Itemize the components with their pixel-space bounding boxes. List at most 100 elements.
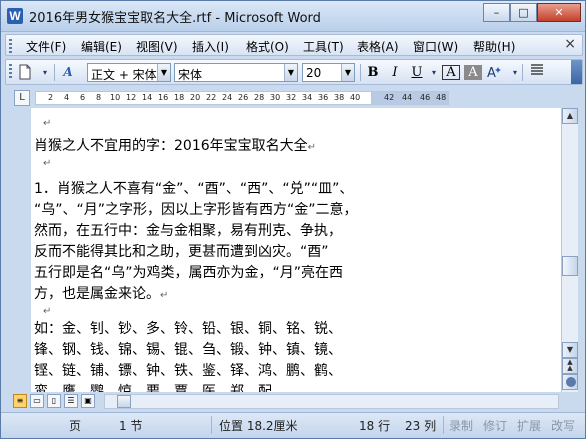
- ruler-number: 46: [420, 93, 431, 102]
- doc-line: 方，也是属金来论。↵: [34, 283, 168, 303]
- menu-tools[interactable]: 工具(T): [303, 38, 344, 55]
- status-record[interactable]: 录制: [449, 417, 473, 434]
- menu-edit[interactable]: 编辑(E): [81, 38, 122, 55]
- ruler-number: 10: [110, 93, 121, 102]
- ruler-number: 36: [318, 93, 329, 102]
- status-page: 页: [69, 419, 82, 433]
- status-extend[interactable]: 扩展: [517, 417, 541, 434]
- ruler-number: 22: [206, 93, 217, 102]
- style-combo[interactable]: 正文 + 宋体 ▼: [87, 63, 171, 82]
- ruler-number: 32: [286, 93, 297, 102]
- reading-view-icon[interactable]: ▣: [81, 394, 95, 408]
- ruler-number: 18: [174, 93, 185, 102]
- align-justify-icon[interactable]: [528, 64, 546, 81]
- ruler-number: 40: [350, 93, 361, 102]
- menu-format[interactable]: 格式(O): [246, 38, 289, 55]
- chevron-down-icon[interactable]: ▼: [284, 64, 297, 81]
- status-bar: 页 1 节 位置 18.2厘米 18 行 23 列 录制 修订 扩展 改写: [1, 412, 585, 438]
- ruler-number: 48: [436, 93, 447, 102]
- chevron-down-icon[interactable]: ▼: [341, 64, 354, 81]
- text-effects-icon[interactable]: A: [486, 64, 504, 81]
- doc-line: 然而，在五行中：金与金相聚，易有刑克、争执，: [34, 223, 342, 239]
- title-bar: W 2016年男女猴宝宝取名大全.rtf - Microsoft Word – …: [1, 1, 585, 32]
- ruler-row: L 2 4 6 8 10 12 14 16 18 20 22 24 26 28 …: [1, 88, 585, 108]
- web-view-icon[interactable]: ▭: [30, 394, 44, 408]
- character-shading-button[interactable]: A: [464, 65, 482, 80]
- ruler-number: 34: [302, 93, 313, 102]
- left-margin-strip: [1, 108, 31, 392]
- view-and-hscroll-bar: ≡ ▭ ▯ ☰ ▣: [1, 392, 585, 411]
- hscroll-thumb[interactable]: [117, 395, 131, 408]
- maximize-button[interactable]: □: [510, 3, 537, 22]
- style-value: 正文 + 宋体: [91, 68, 157, 82]
- minimize-button[interactable]: –: [483, 3, 510, 22]
- document-area[interactable]: ↵ 肖猴之人不宜用的字：2016年宝宝取名大全↵ ↵ 1．肖猴之人不喜有“金”、…: [31, 108, 561, 392]
- status-position: 位置 18.2厘米: [219, 419, 298, 433]
- ruler-number: 8: [96, 93, 102, 102]
- paragraph-mark: ↵: [160, 290, 169, 301]
- doc-line: 如：金、钊、钞、多、铃、铅、银、铜、铭、锐、: [34, 321, 342, 337]
- menu-grip-icon[interactable]: [9, 39, 12, 53]
- italic-button[interactable]: I: [386, 64, 404, 81]
- styles-formatting-icon[interactable]: A: [59, 64, 77, 81]
- print-layout-icon[interactable]: ▯: [47, 394, 61, 408]
- ruler-number: 44: [402, 93, 413, 102]
- toolbar-overflow-icon[interactable]: [571, 60, 582, 84]
- menu-insert[interactable]: 插入(I): [192, 38, 229, 55]
- ruler-number: 38: [334, 93, 345, 102]
- doc-line: 反而不能得其比和之助，更甚而遭到凶灾。“酉”: [34, 244, 329, 260]
- ruler-number: 28: [254, 93, 265, 102]
- doc-line: 1．肖猴之人不喜有“金”、“酉”、“西”、“兑”“皿”、: [34, 181, 354, 197]
- ruler-number: 16: [158, 93, 169, 102]
- scroll-down-icon[interactable]: ▼: [562, 342, 578, 358]
- doc-line: 锋、钢、钱、锦、锡、锟、刍、锻、钟、镇、镜、: [34, 342, 342, 358]
- toolbar-options-icon[interactable]: ▾: [36, 64, 54, 81]
- vertical-scrollbar[interactable]: ▲ ▼ ▲ ▲: [561, 108, 578, 392]
- character-border-button[interactable]: A: [442, 65, 460, 80]
- tab-selector-icon[interactable]: L: [14, 90, 30, 106]
- previous-page-icon[interactable]: ▲ ▲: [562, 358, 578, 374]
- ruler-number: 12: [126, 93, 137, 102]
- outline-view-icon[interactable]: ☰: [64, 394, 78, 408]
- svg-text:A: A: [487, 66, 496, 80]
- paragraph-mark: ↵: [43, 118, 52, 129]
- paragraph-mark: ↵: [43, 158, 52, 169]
- toolbar-grip-icon[interactable]: [9, 64, 12, 78]
- underline-options-icon[interactable]: ▾: [425, 64, 443, 81]
- horizontal-scrollbar[interactable]: [104, 394, 559, 409]
- paragraph-mark: ↵: [307, 142, 317, 153]
- chevron-down-icon[interactable]: ▼: [157, 64, 170, 81]
- menu-file[interactable]: 文件(F): [26, 38, 66, 55]
- font-combo[interactable]: 宋体 ▼: [174, 63, 298, 82]
- normal-view-icon[interactable]: ≡: [13, 394, 27, 408]
- doc-line: “乌”、“月”之字形，因以上字形皆有西方“金”二意，: [34, 202, 358, 218]
- ruler-number: 2: [48, 93, 54, 102]
- menu-view[interactable]: 视图(V): [136, 38, 178, 55]
- doc-line-text: 肖猴之人不宜用的字：2016年宝宝取名大全: [34, 138, 308, 154]
- menu-help[interactable]: 帮助(H): [473, 38, 515, 55]
- menu-table[interactable]: 表格(A): [357, 38, 399, 55]
- doc-line: 铿、链、铺、镖、钟、铁、鉴、铎、鸿、鹏、鹤、: [34, 363, 342, 379]
- ruler-number: 6: [80, 93, 86, 102]
- window-title: 2016年男女猴宝宝取名大全.rtf - Microsoft Word: [29, 11, 321, 26]
- menu-window[interactable]: 窗口(W): [413, 38, 458, 55]
- doc-line: 鸾、鹰、鹦、惊、要、覃、医、郑、配。: [34, 384, 286, 392]
- scroll-up-icon[interactable]: ▲: [562, 108, 578, 124]
- word-app-icon[interactable]: W: [7, 8, 23, 24]
- close-button[interactable]: ✕: [537, 3, 581, 22]
- ruler-margin-area[interactable]: 42 44 46 48: [371, 91, 449, 105]
- doc-line: 五行即是名“乌”为鸡类，属西亦为金，“月”亮在西: [34, 265, 344, 281]
- bold-button[interactable]: B: [364, 64, 382, 81]
- formatting-toolbar: ▾ A 正文 + 宋体 ▼ 宋体 ▼ 20 ▼ B I U ▾ A A A ▾: [5, 59, 583, 85]
- scroll-thumb[interactable]: [562, 256, 578, 276]
- ruler-number: 14: [142, 93, 153, 102]
- new-document-icon[interactable]: [16, 64, 34, 81]
- underline-button[interactable]: U: [408, 64, 426, 81]
- status-track-changes[interactable]: 修订: [483, 417, 507, 434]
- status-overtype[interactable]: 改写: [551, 417, 575, 434]
- close-document-icon[interactable]: ×: [564, 36, 576, 52]
- ruler-number: 30: [270, 93, 281, 102]
- ruler-number: 42: [384, 93, 395, 102]
- select-browse-object-icon[interactable]: [562, 374, 578, 390]
- font-size-combo[interactable]: 20 ▼: [302, 63, 355, 82]
